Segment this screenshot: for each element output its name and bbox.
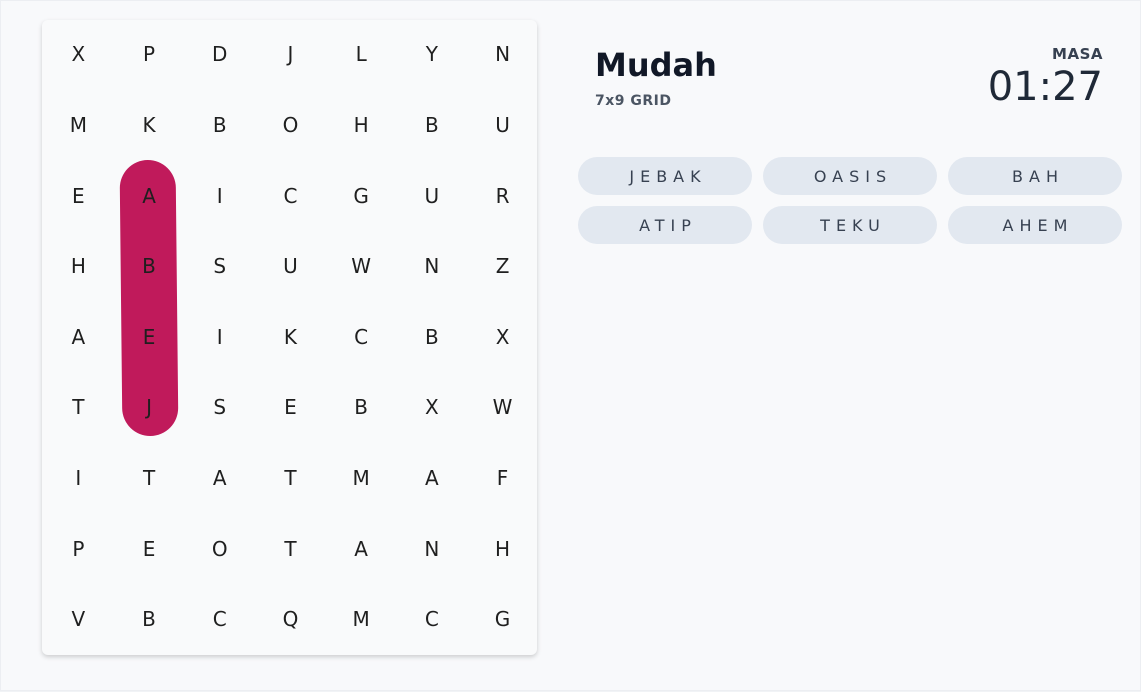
level-info: Mudah 7x9 GRID xyxy=(595,43,717,109)
grid-cell[interactable]: U xyxy=(468,90,538,160)
grid-cell[interactable]: H xyxy=(468,514,538,584)
grid-cell[interactable]: O xyxy=(185,514,255,584)
grid-cell[interactable]: I xyxy=(185,302,255,372)
grid-cell[interactable]: P xyxy=(114,19,184,89)
grid-cell[interactable]: M xyxy=(43,90,113,160)
grid-cell[interactable]: D xyxy=(185,19,255,89)
grid-cell[interactable]: B xyxy=(185,90,255,160)
word-list: JEBAK OASIS BAH ATIP TEKU AHEM xyxy=(578,157,1122,244)
word-chip: BAH xyxy=(948,157,1122,195)
grid-cell[interactable]: X xyxy=(468,302,538,372)
letter-grid[interactable]: XPDJLYNMKBOHBUEAICGURHBSUWNZAEIKCBXTJSEB… xyxy=(42,20,537,655)
grid-cell[interactable]: C xyxy=(397,584,467,654)
grid-cell[interactable]: B xyxy=(397,302,467,372)
grid-cell[interactable]: T xyxy=(255,514,325,584)
grid-cell[interactable]: N xyxy=(397,231,467,301)
grid-cell[interactable]: J xyxy=(255,19,325,89)
grid-cell[interactable]: Q xyxy=(255,584,325,654)
grid-cell[interactable]: A xyxy=(326,514,396,584)
grid-cell[interactable]: R xyxy=(468,161,538,231)
timer-value: 01:27 xyxy=(987,64,1103,110)
grid-cell[interactable]: N xyxy=(468,19,538,89)
grid-cell[interactable]: B xyxy=(326,372,396,442)
grid-cell[interactable]: N xyxy=(397,514,467,584)
grid-cell[interactable]: S xyxy=(185,231,255,301)
grid-cell[interactable]: Y xyxy=(397,19,467,89)
grid-cell[interactable]: Z xyxy=(468,231,538,301)
grid-cell[interactable]: W xyxy=(468,372,538,442)
grid-cell[interactable]: V xyxy=(43,584,113,654)
grid-cell[interactable]: O xyxy=(255,90,325,160)
word-chip: OASIS xyxy=(763,157,937,195)
grid-cell[interactable]: H xyxy=(43,231,113,301)
grid-cell[interactable]: F xyxy=(468,443,538,513)
grid-cell[interactable]: A xyxy=(114,161,184,231)
grid-cell[interactable]: E xyxy=(43,161,113,231)
level-title: Mudah xyxy=(595,46,717,84)
grid-cell[interactable]: C xyxy=(255,161,325,231)
grid-cell[interactable]: E xyxy=(114,302,184,372)
grid-cell[interactable]: B xyxy=(397,90,467,160)
grid-cell[interactable]: C xyxy=(326,302,396,372)
word-chip: TEKU xyxy=(763,206,937,244)
game-screen: XPDJLYNMKBOHBUEAICGURHBSUWNZAEIKCBXTJSEB… xyxy=(0,0,1141,691)
grid-cell[interactable]: B xyxy=(114,584,184,654)
grid-cell[interactable]: I xyxy=(43,443,113,513)
grid-cell[interactable]: H xyxy=(326,90,396,160)
grid-cell[interactable]: K xyxy=(255,302,325,372)
grid-cell[interactable]: K xyxy=(114,90,184,160)
timer-label: MASA xyxy=(1052,45,1103,63)
grid-cell[interactable]: T xyxy=(255,443,325,513)
grid-cell[interactable]: W xyxy=(326,231,396,301)
word-chip: JEBAK xyxy=(578,157,752,195)
grid-cell[interactable]: A xyxy=(397,443,467,513)
grid-cell[interactable]: X xyxy=(397,372,467,442)
grid-cell[interactable]: T xyxy=(43,372,113,442)
grid-cell[interactable]: U xyxy=(397,161,467,231)
grid-cell[interactable]: S xyxy=(185,372,255,442)
grid-cell[interactable]: G xyxy=(468,584,538,654)
word-chip: ATIP xyxy=(578,206,752,244)
grid-cell[interactable]: B xyxy=(114,231,184,301)
word-search-board: XPDJLYNMKBOHBUEAICGURHBSUWNZAEIKCBXTJSEB… xyxy=(42,20,537,655)
grid-cell[interactable]: T xyxy=(114,443,184,513)
grid-cell[interactable]: G xyxy=(326,161,396,231)
grid-cell[interactable]: A xyxy=(43,302,113,372)
grid-cell[interactable]: A xyxy=(185,443,255,513)
timer: MASA 01:27 xyxy=(988,45,1103,109)
grid-cell[interactable]: U xyxy=(255,231,325,301)
word-chip: AHEM xyxy=(948,206,1122,244)
grid-cell[interactable]: E xyxy=(255,372,325,442)
grid-cell[interactable]: M xyxy=(326,443,396,513)
grid-cell[interactable]: J xyxy=(114,372,184,442)
grid-cell[interactable]: P xyxy=(43,514,113,584)
grid-cell[interactable]: C xyxy=(185,584,255,654)
grid-cell[interactable]: X xyxy=(43,19,113,89)
grid-cell[interactable]: E xyxy=(114,514,184,584)
grid-size-label: 7x9 GRID xyxy=(595,93,672,109)
grid-cell[interactable]: M xyxy=(326,584,396,654)
grid-cell[interactable]: I xyxy=(185,161,255,231)
grid-cell[interactable]: L xyxy=(326,19,396,89)
